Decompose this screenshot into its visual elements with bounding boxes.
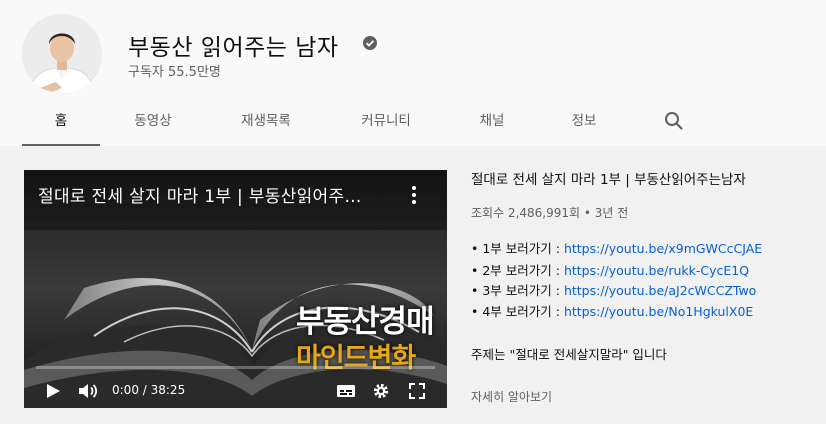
search-icon[interactable] [664, 111, 684, 131]
tab-community[interactable]: 커뮤니티 [346, 98, 426, 144]
verified-badge-icon [363, 36, 377, 50]
part-link-prefix: • 2부 보러가기 : [471, 263, 564, 278]
more-options-icon[interactable] [411, 184, 417, 206]
thumbnail-caption-line1: 부동산경매 [296, 304, 435, 340]
read-more-link[interactable]: 자세히 알아보기 [471, 388, 552, 405]
part-link-row: • 3부 보러가기 : https://youtu.be/aJ2cWCCZTwo [471, 280, 756, 299]
play-icon[interactable] [44, 382, 62, 400]
subtitles-icon[interactable] [336, 382, 356, 400]
part-link[interactable]: https://youtu.be/rukk-CycE1Q [564, 263, 749, 278]
part-link[interactable]: https://youtu.be/x9mGWCcCJAE [564, 241, 762, 256]
volume-icon[interactable] [78, 382, 98, 400]
tab-channels[interactable]: 채널 [466, 98, 518, 144]
tab-videos[interactable]: 동영상 [118, 98, 188, 144]
part-link-prefix: • 4부 보러가기 : [471, 304, 564, 319]
channel-name: 부동산 읽어주는 남자 [128, 35, 339, 61]
featured-section: 절대로 전세 살지 마라 1부 | 부동산읽어주… 부동산경매 마인드변화 0:… [0, 146, 826, 424]
tab-playlists[interactable]: 재생목록 [226, 98, 306, 144]
part-link[interactable]: https://youtu.be/No1HgkulX0E [564, 304, 753, 319]
part-link-row: • 4부 보러가기 : https://youtu.be/No1HgkulX0E [471, 301, 753, 320]
channel-tabs: 홈 동영상 재생목록 커뮤니티 채널 정보 [0, 98, 826, 146]
subscriber-count: 구독자 55.5만명 [128, 65, 221, 80]
progress-bar[interactable] [36, 366, 435, 369]
player-video-title[interactable]: 절대로 전세 살지 마라 1부 | 부동산읽어주… [38, 182, 362, 207]
player-controls: 0:00 / 38:25 [24, 374, 447, 408]
channel-header: 부동산 읽어주는 남자 구독자 55.5만명 홈 동영상 재생목록 커뮤니티 채… [0, 0, 826, 146]
part-link-row: • 1부 보러가기 : https://youtu.be/x9mGWCcCJAE [471, 238, 762, 257]
description-topic: 주제는 "절대로 전세살지말라" 입니다 [471, 347, 667, 362]
thumbnail-caption-line2: 마인드변화 [296, 343, 416, 374]
tab-home[interactable]: 홈 [22, 98, 100, 146]
channel-avatar[interactable] [22, 14, 102, 94]
tab-about[interactable]: 정보 [558, 98, 610, 144]
time-display: 0:00 / 38:25 [112, 383, 186, 397]
settings-gear-icon[interactable] [372, 382, 390, 400]
part-link-row: • 2부 보러가기 : https://youtu.be/rukk-CycE1Q [471, 260, 749, 279]
view-count-meta: 조회수 2,486,991회 • 3년 전 [471, 206, 629, 220]
avatar-image [22, 14, 102, 94]
video-player[interactable]: 절대로 전세 살지 마라 1부 | 부동산읽어주… 부동산경매 마인드변화 0:… [24, 170, 447, 408]
part-link[interactable]: https://youtu.be/aJ2cWCCZTwo [564, 283, 756, 298]
fullscreen-icon[interactable] [408, 382, 426, 400]
description-title[interactable]: 절대로 전세 살지 마라 1부 | 부동산읽어주는남자 [471, 168, 746, 188]
part-link-prefix: • 1부 보러가기 : [471, 241, 564, 256]
part-link-prefix: • 3부 보러가기 : [471, 283, 564, 298]
